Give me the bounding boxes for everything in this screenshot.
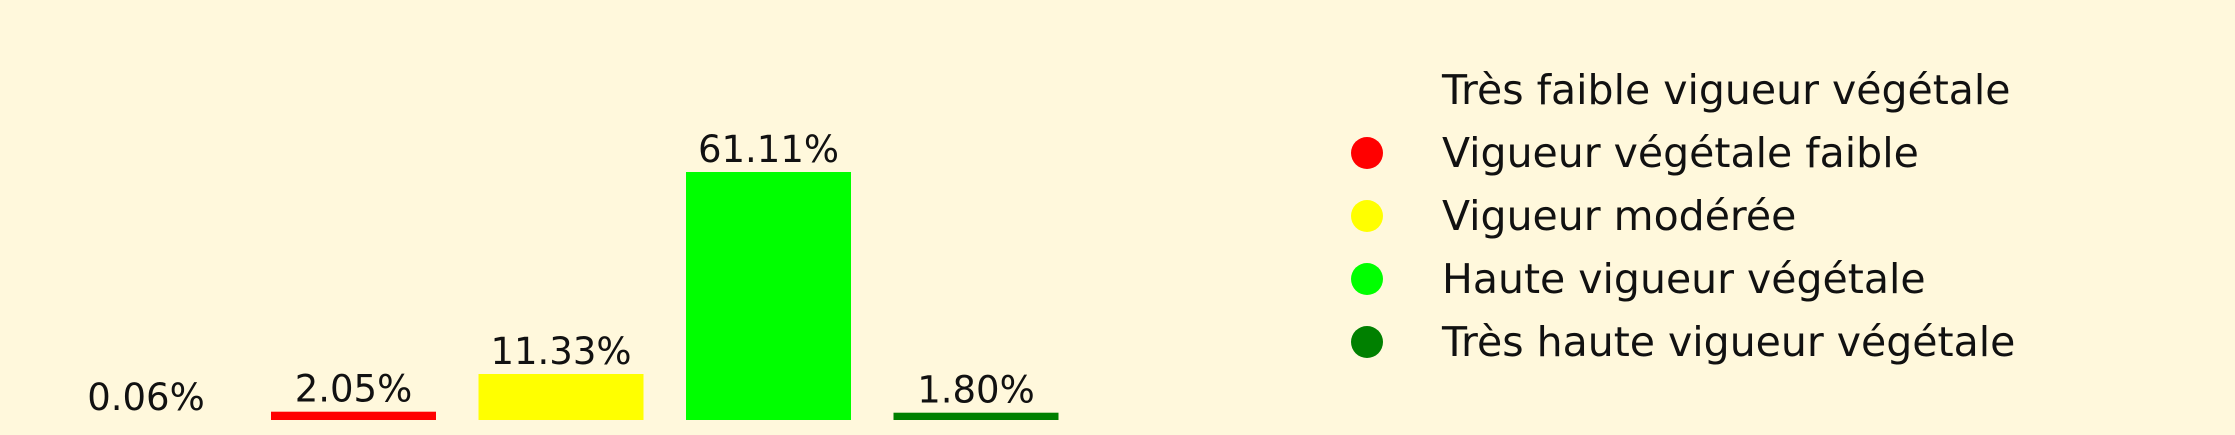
value-label-4: 61.11% bbox=[698, 128, 839, 171]
legend-marker-5 bbox=[1351, 326, 1383, 358]
bars-group bbox=[63, 172, 1059, 421]
bar-1 bbox=[63, 419, 229, 421]
bar-3 bbox=[478, 374, 644, 420]
legend: Très faible vigueur végétale Vigueur végé… bbox=[1351, 66, 2015, 366]
legend-marker-2 bbox=[1351, 137, 1383, 169]
legend-label-4: Haute vigueur végétale bbox=[1442, 255, 1926, 303]
legend-label-2: Vigueur végétale faible bbox=[1442, 129, 1919, 177]
value-label-3: 11.33% bbox=[490, 330, 631, 373]
bar-2 bbox=[271, 411, 436, 420]
value-label-1: 0.06% bbox=[87, 376, 205, 419]
value-label-5: 1.80% bbox=[917, 369, 1035, 412]
legend-marker-3 bbox=[1351, 200, 1383, 232]
legend-label-5: Très haute vigueur végétale bbox=[1441, 318, 2015, 366]
legend-marker-4 bbox=[1351, 263, 1383, 295]
value-label-2: 2.05% bbox=[295, 368, 413, 411]
legend-label-1: Très faible vigueur végétale bbox=[1441, 66, 2011, 114]
bar-chart: 0.06% 2.05% 11.33% 61.11% 1.80% Très faible … bbox=[63, 66, 2015, 421]
legend-label-3: Vigueur modérée bbox=[1442, 192, 1796, 240]
legend-marker-1 bbox=[1351, 74, 1383, 106]
bar-5 bbox=[893, 412, 1059, 420]
bar-4 bbox=[686, 172, 851, 420]
